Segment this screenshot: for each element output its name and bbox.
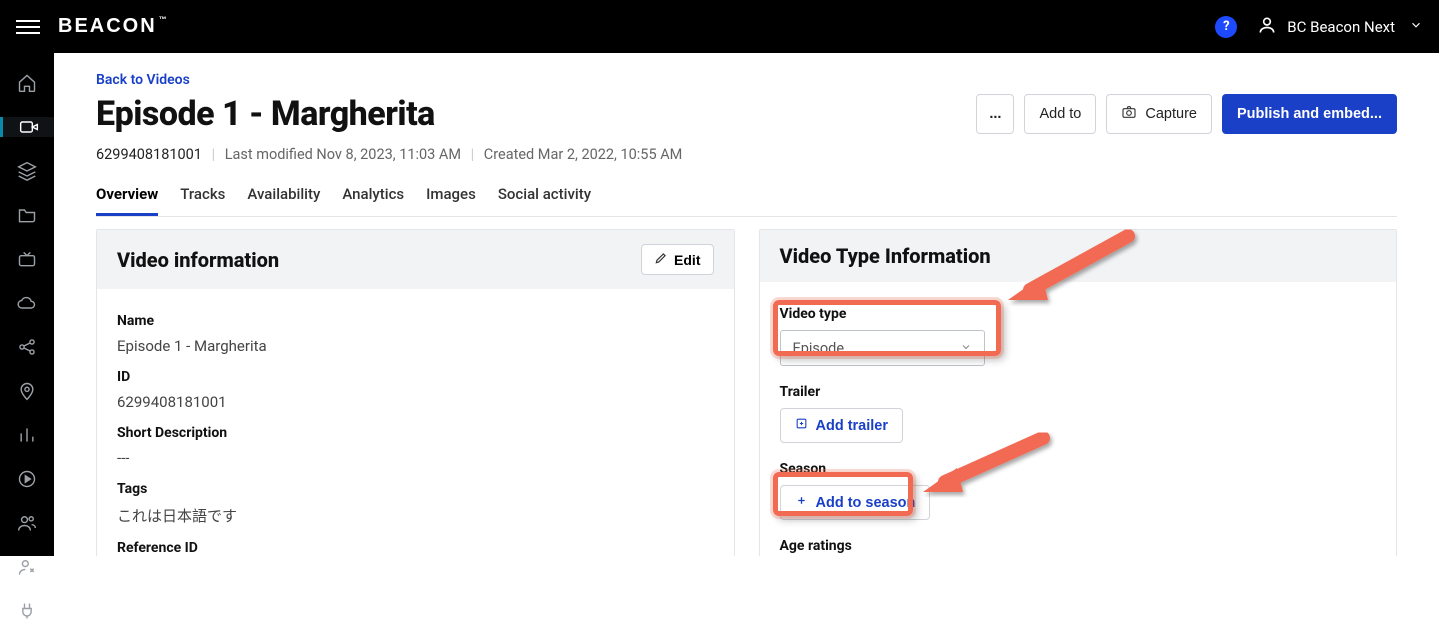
nav-videos[interactable] [0,117,54,137]
nav-location[interactable] [0,381,54,401]
capture-button[interactable]: Capture [1106,94,1212,134]
plus-box-icon [795,417,808,434]
tab-availability[interactable]: Availability [247,177,320,216]
tab-overview[interactable]: Overview [96,177,158,216]
more-actions-button[interactable]: ... [976,94,1014,134]
video-type-select[interactable]: Episode [780,330,985,366]
page-actions: ... Add to Capture Publish and embed... [976,94,1397,134]
nav-share[interactable] [0,337,54,357]
tags-value: これは日本語です [117,505,714,526]
nav-tv[interactable] [0,249,54,269]
user-name: BC Beacon Next [1287,18,1395,36]
age-ratings-label: Age ratings [780,538,1377,554]
ref-id-label: Reference ID [117,540,714,556]
chevron-down-icon [960,340,972,357]
tab-analytics[interactable]: Analytics [342,177,404,216]
left-nav [0,53,54,556]
video-type-label: Video type [780,306,1377,322]
video-type-value: Episode [793,340,845,357]
back-link[interactable]: Back to Videos [96,72,190,88]
plus-icon [795,494,808,511]
season-label: Season [780,461,1377,477]
nav-home[interactable] [0,73,54,93]
trailer-label: Trailer [780,384,1377,400]
created-date: Created Mar 2, 2022, 10:55 AM [484,146,683,163]
meta-line: 6299408181001 | Last modified Nov 8, 202… [96,146,1397,163]
menu-icon[interactable] [16,15,40,39]
video-type-title: Video Type Information [780,244,991,268]
add-to-season-label: Add to season [816,495,916,511]
tabs: Overview Tracks Availability Analytics I… [96,177,1397,217]
pencil-icon [654,251,668,268]
edit-label: Edit [674,252,700,268]
nav-users[interactable] [0,513,54,533]
nav-play[interactable] [0,469,54,489]
main-content: Back to Videos Episode 1 - Margherita ..… [54,53,1439,556]
brand-logo: BEACON™ [58,15,169,38]
user-menu[interactable]: BC Beacon Next [1257,15,1423,39]
nav-layers[interactable] [0,161,54,181]
edit-button[interactable]: Edit [641,244,713,275]
camera-icon [1121,104,1137,124]
id-label: ID [117,369,714,385]
name-value: Episode 1 - Margherita [117,337,714,355]
nav-folder[interactable] [0,205,54,225]
add-trailer-button[interactable]: Add trailer [780,408,904,443]
nav-user-settings[interactable] [0,557,54,577]
tags-label: Tags [117,481,714,497]
nav-plugin[interactable] [0,601,54,621]
video-id: 6299408181001 [96,146,202,163]
top-bar: BEACON™ ? BC Beacon Next [0,0,1439,53]
video-info-title: Video information [117,248,279,272]
capture-label: Capture [1145,106,1197,122]
add-trailer-label: Add trailer [816,418,889,434]
modified-date: Last modified Nov 8, 2023, 11:03 AM [225,146,461,163]
add-to-season-button[interactable]: Add to season [780,485,931,520]
nav-analytics[interactable] [0,425,54,445]
tab-social[interactable]: Social activity [498,177,591,216]
page-title: Episode 1 - Margherita [96,94,435,134]
add-to-button[interactable]: Add to [1024,94,1096,134]
short-desc-value: --- [117,449,714,467]
tab-images[interactable]: Images [426,177,476,216]
name-label: Name [117,313,714,329]
short-desc-label: Short Description [117,425,714,441]
video-info-panel: Video information Edit Name Episode 1 - … [96,229,735,556]
user-icon [1257,15,1277,39]
tab-tracks[interactable]: Tracks [180,177,225,216]
publish-button[interactable]: Publish and embed... [1222,94,1397,134]
help-icon[interactable]: ? [1215,16,1237,38]
video-type-panel: Video Type Information Video type Episod… [759,229,1398,556]
chevron-down-icon [1405,17,1423,36]
id-value: 6299408181001 [117,393,714,411]
nav-cloud[interactable] [0,293,54,313]
